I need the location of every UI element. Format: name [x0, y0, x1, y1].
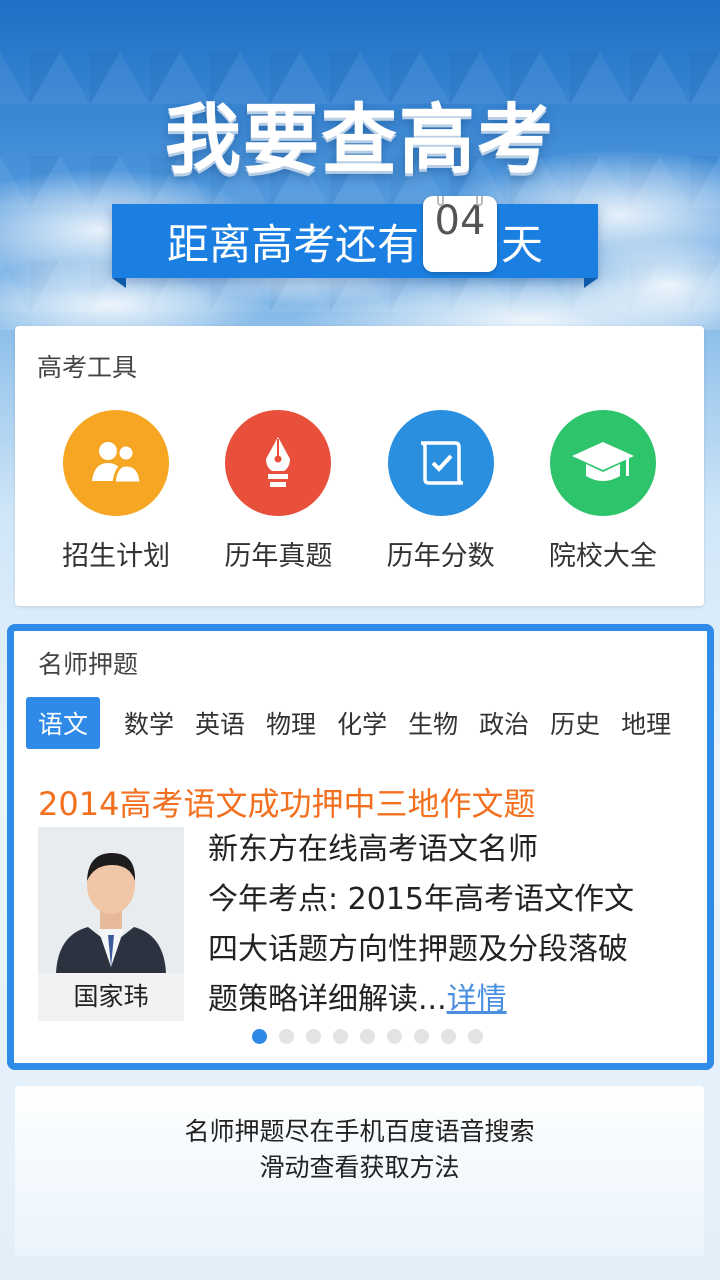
page-dot[interactable] — [360, 1029, 375, 1044]
tab-chemistry[interactable]: 化学 — [337, 705, 387, 741]
tab-history[interactable]: 历史 — [550, 705, 600, 741]
page-dot[interactable] — [414, 1029, 429, 1044]
tool-past-papers[interactable]: 历年真题 — [208, 410, 348, 573]
graduation-cap-icon — [549, 410, 656, 516]
tab-english[interactable]: 英语 — [195, 705, 245, 741]
scroll-check-icon — [387, 410, 494, 516]
page-dot[interactable] — [468, 1029, 483, 1044]
countdown-prefix: 距离高考还有 — [166, 219, 419, 269]
description-line: 题策略详细解读... — [208, 982, 447, 1017]
tool-past-scores[interactable]: 历年分数 — [371, 410, 511, 573]
promo-footer: 名师押题尽在手机百度语音搜索 滑动查看获取方法 — [15, 1086, 704, 1256]
exam-countdown-banner: 距离高考还有 04 天 — [112, 196, 598, 288]
footer-line-2: 滑动查看获取方法 — [259, 1153, 460, 1182]
exam-tools-card: 高考工具 招生计划 历年真题 历年分数 院校大全 — [15, 326, 704, 606]
tab-math[interactable]: 数学 — [124, 705, 174, 741]
page-dot[interactable] — [306, 1029, 321, 1044]
calendar-icon: 04 — [423, 196, 497, 272]
countdown-suffix: 天 — [501, 219, 544, 269]
countdown-days: 04 — [434, 198, 486, 244]
tool-label: 院校大全 — [548, 541, 657, 572]
tool-university-directory[interactable]: 院校大全 — [533, 410, 673, 573]
page-dot[interactable] — [279, 1029, 294, 1044]
teacher-predictions-card: 名师押题 语文 数学 英语 物理 化学 生物 政治 历史 地理 2014高考语文… — [7, 624, 714, 1070]
details-link[interactable]: 详情 — [447, 982, 507, 1017]
description-line: 四大话题方向性押题及分段落破 — [208, 932, 628, 967]
page-dot-active[interactable] — [252, 1029, 267, 1044]
tool-label: 历年分数 — [386, 541, 495, 572]
teacher-name: 国家玮 — [38, 973, 184, 1021]
page-indicator — [252, 1029, 495, 1044]
people-icon — [63, 410, 170, 516]
prediction-headline[interactable]: 2014高考语文成功押中三地作文题 — [38, 779, 535, 825]
page-dot[interactable] — [441, 1029, 456, 1044]
subject-tabs: 语文 数学 英语 物理 化学 生物 政治 历史 地理 — [26, 697, 692, 749]
footer-line-1: 名师押题尽在手机百度语音搜索 — [184, 1117, 535, 1146]
app-title: 我要查高考 — [165, 95, 555, 184]
tool-admission-plan[interactable]: 招生计划 — [46, 410, 186, 573]
tools-grid: 招生计划 历年真题 历年分数 院校大全 — [15, 410, 704, 573]
description-line: 新东方在线高考语文名师 — [208, 832, 538, 867]
tool-label: 历年真题 — [224, 541, 333, 572]
description-line: 今年考点: 2015年高考语文作文 — [208, 882, 634, 917]
tab-chinese[interactable]: 语文 — [26, 697, 101, 749]
tab-politics[interactable]: 政治 — [479, 705, 529, 741]
tab-physics[interactable]: 物理 — [266, 705, 316, 741]
page-dot[interactable] — [387, 1029, 402, 1044]
tab-geography[interactable]: 地理 — [621, 705, 671, 741]
pen-nib-icon — [225, 410, 332, 516]
prediction-description: 新东方在线高考语文名师 今年考点: 2015年高考语文作文 四大话题方向性押题及… — [208, 825, 698, 1025]
tool-label: 招生计划 — [62, 541, 171, 572]
teacher-photo: 国家玮 — [38, 827, 184, 1021]
section-title: 高考工具 — [37, 353, 138, 382]
tab-biology[interactable]: 生物 — [408, 705, 458, 741]
page-dot[interactable] — [333, 1029, 348, 1044]
section-title: 名师押题 — [38, 650, 139, 679]
